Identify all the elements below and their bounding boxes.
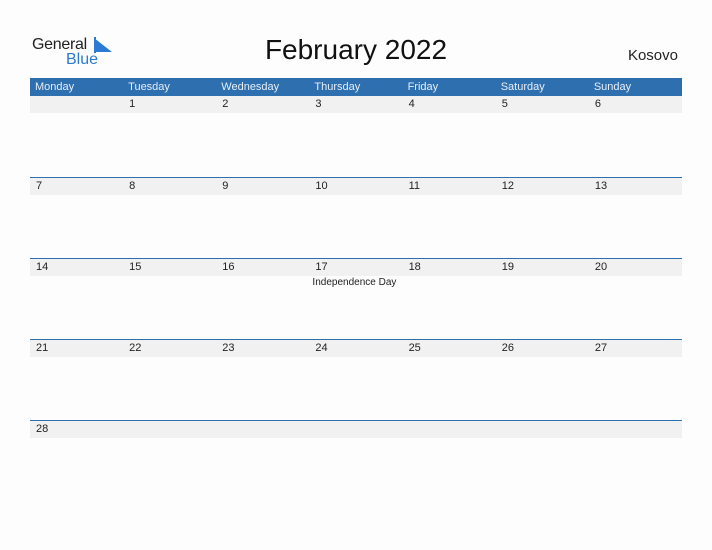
day-cell: 7 bbox=[30, 178, 123, 195]
day-cell: 28 bbox=[30, 421, 123, 438]
weekday-sunday: Sunday bbox=[593, 81, 632, 93]
day-number: 18 bbox=[408, 261, 421, 273]
day-number: 22 bbox=[129, 342, 142, 354]
holiday-label: Independence Day bbox=[312, 277, 397, 288]
day-cell bbox=[123, 421, 216, 438]
day-number: 12 bbox=[501, 180, 514, 192]
weekday-saturday: Saturday bbox=[500, 81, 545, 93]
day-cell: 10 bbox=[309, 178, 402, 195]
day-number: 5 bbox=[501, 98, 508, 110]
day-cell: 18 bbox=[403, 259, 496, 276]
day-cell: 2 bbox=[216, 96, 309, 113]
week-row: 21 22 23 24 25 26 27 bbox=[30, 339, 682, 420]
weekday-friday: Friday bbox=[407, 81, 439, 93]
day-cell bbox=[30, 96, 123, 113]
day-cell bbox=[309, 421, 402, 438]
date-strip: 1 2 3 4 5 6 bbox=[30, 96, 682, 113]
day-number: 25 bbox=[408, 342, 421, 354]
day-number: 19 bbox=[501, 261, 514, 273]
day-cell bbox=[403, 421, 496, 438]
day-cell: 24 bbox=[309, 340, 402, 357]
week-row: 14 15 16 17 Independence Day 18 19 20 bbox=[30, 258, 682, 339]
day-cell: 12 bbox=[496, 178, 589, 195]
day-number: 15 bbox=[129, 261, 142, 273]
day-number: 4 bbox=[408, 98, 415, 110]
day-cell: 23 bbox=[216, 340, 309, 357]
day-number: 10 bbox=[315, 180, 328, 192]
weekday-monday: Monday bbox=[35, 81, 75, 93]
day-number: 7 bbox=[36, 180, 43, 192]
date-strip: 14 15 16 17 Independence Day 18 19 20 bbox=[30, 258, 682, 288]
day-number: 8 bbox=[129, 180, 136, 192]
day-number: 21 bbox=[36, 342, 49, 354]
day-cell: 8 bbox=[123, 178, 216, 195]
day-cell: 26 bbox=[496, 340, 589, 357]
weekday-wednesday: Wednesday bbox=[221, 81, 280, 93]
week-row: 7 8 9 10 11 12 13 bbox=[30, 177, 682, 258]
day-number: 14 bbox=[36, 261, 49, 273]
day-cell: 25 bbox=[403, 340, 496, 357]
day-cell: 27 bbox=[589, 340, 682, 357]
day-number: 1 bbox=[129, 98, 136, 110]
day-number: 23 bbox=[222, 342, 235, 354]
weekday-tuesday: Tuesday bbox=[128, 81, 170, 93]
day-number: 20 bbox=[594, 261, 608, 273]
day-cell: 13 bbox=[589, 178, 682, 195]
day-cell: 17 Independence Day bbox=[309, 259, 402, 288]
day-number: 9 bbox=[222, 180, 229, 192]
day-cell: 20 bbox=[589, 259, 682, 276]
day-number: 24 bbox=[315, 342, 328, 354]
day-cell: 15 bbox=[123, 259, 216, 276]
date-strip: 7 8 9 10 11 12 13 bbox=[30, 177, 682, 195]
day-cell: 21 bbox=[30, 340, 123, 357]
day-cell bbox=[589, 421, 682, 438]
day-cell: 6 bbox=[589, 96, 682, 113]
day-number: 3 bbox=[315, 98, 322, 110]
calendar-grid: Monday Tuesday Wednesday Thursday Friday… bbox=[30, 78, 682, 501]
day-cell: 11 bbox=[403, 178, 496, 195]
day-number: 28 bbox=[36, 423, 49, 435]
day-cell: 22 bbox=[123, 340, 216, 357]
day-number: 26 bbox=[501, 342, 514, 354]
day-cell: 16 bbox=[216, 259, 309, 276]
country-label: Kosovo bbox=[627, 47, 678, 64]
day-cell: 19 bbox=[496, 259, 589, 276]
day-number: 13 bbox=[594, 180, 608, 192]
day-cell bbox=[216, 421, 309, 438]
day-number: 17 bbox=[315, 261, 328, 273]
day-cell bbox=[496, 421, 589, 438]
day-cell: 9 bbox=[216, 178, 309, 195]
day-number: 16 bbox=[222, 261, 235, 273]
day-number: 2 bbox=[222, 98, 229, 110]
day-cell: 5 bbox=[496, 96, 589, 113]
date-strip: 21 22 23 24 25 26 27 bbox=[30, 339, 682, 357]
day-number: 6 bbox=[594, 98, 601, 110]
day-cell: 14 bbox=[30, 259, 123, 276]
calendar-title: February 2022 bbox=[264, 34, 448, 65]
day-cell: 1 bbox=[123, 96, 216, 113]
week-row: 1 2 3 4 5 6 bbox=[30, 96, 682, 177]
day-cell: 4 bbox=[403, 96, 496, 113]
date-strip: 28 bbox=[30, 420, 682, 438]
day-cell: 3 bbox=[309, 96, 402, 113]
weekday-thursday: Thursday bbox=[314, 81, 361, 93]
weekday-header-row: Monday Tuesday Wednesday Thursday Friday… bbox=[30, 78, 682, 96]
week-row: 28 bbox=[30, 420, 682, 501]
day-number: 11 bbox=[408, 180, 420, 192]
weeks-container: 1 2 3 4 5 6 7 8 9 10 11 12 13 14 15 16 17 Independence Da… bbox=[30, 96, 682, 501]
day-number: 27 bbox=[594, 342, 608, 354]
